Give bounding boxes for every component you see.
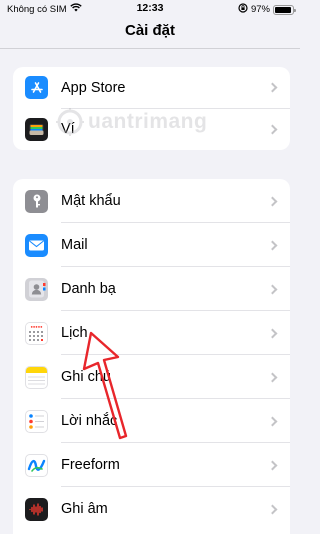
svg-text:●●●●●: ●●●●●: [30, 324, 43, 329]
settings-row-freeform[interactable]: Freeform: [13, 443, 290, 487]
chevron-right-icon: [267, 416, 278, 426]
app-store-icon: [25, 76, 48, 100]
settings-row-label: Mail: [61, 237, 88, 253]
contacts-icon: [25, 277, 48, 301]
chevron-right-icon: [267, 240, 278, 250]
watermark-text: uantrimang: [88, 110, 208, 133]
header-divider: [0, 48, 300, 49]
chevron-right-icon: [267, 460, 278, 470]
watermark: uantrimang: [56, 108, 207, 136]
settings-row-label: Lời nhắc: [61, 413, 118, 429]
voice-memos-icon: [25, 497, 48, 521]
page-title: Cài đặt: [124, 22, 175, 39]
chevron-right-icon: [267, 284, 278, 294]
settings-row-reminders[interactable]: Lời nhắc: [13, 399, 290, 443]
reminders-icon: [25, 409, 48, 433]
status-right: 97%: [238, 3, 296, 16]
battery-fill: [275, 6, 292, 13]
watermark-logo-icon: [56, 108, 84, 136]
settings-row-label: App Store: [61, 79, 126, 96]
settings-row-mail[interactable]: Mail: [13, 223, 290, 267]
calendar-icon: ●●●●●: [25, 321, 48, 345]
chevron-right-icon: [267, 504, 278, 514]
settings-row-label: Mật khẩu: [61, 193, 121, 209]
settings-row-contacts[interactable]: Danh bạ: [13, 267, 290, 311]
settings-group-apps: Mật khẩu Mail Danh bạ ●●●●● Lịch Ghi chú…: [13, 179, 290, 534]
settings-row-label: Freeform: [61, 457, 120, 473]
chevron-right-icon: [267, 328, 278, 338]
settings-row-app-store[interactable]: App Store: [13, 67, 290, 109]
chevron-right-icon: [267, 372, 278, 382]
chevron-right-icon: [267, 196, 278, 206]
chevron-right-icon: [267, 82, 278, 93]
notes-icon: [25, 365, 48, 389]
settings-row-label: Danh bạ: [61, 281, 116, 297]
status-bar: Không có SIM 12:33 97%: [0, 0, 300, 18]
settings-row-passwords[interactable]: Mật khẩu: [13, 179, 290, 223]
chevron-right-icon: [267, 124, 278, 135]
settings-row-label: Lịch: [61, 325, 88, 341]
wallet-icon: [25, 117, 48, 141]
settings-row-label: Ghi chú: [61, 369, 111, 385]
settings-row-calendar[interactable]: ●●●●● Lịch: [13, 311, 290, 355]
key-icon: [25, 189, 48, 213]
battery-icon: [273, 4, 296, 15]
mail-icon: [25, 233, 48, 257]
settings-row-notes[interactable]: Ghi chú: [13, 355, 290, 399]
battery-percent: 97%: [250, 4, 270, 15]
settings-row-label: Ghi âm: [61, 501, 108, 517]
freeform-icon: [25, 453, 48, 477]
settings-row-voice-memos[interactable]: Ghi âm: [13, 487, 290, 531]
orientation-lock-icon: [238, 3, 248, 16]
